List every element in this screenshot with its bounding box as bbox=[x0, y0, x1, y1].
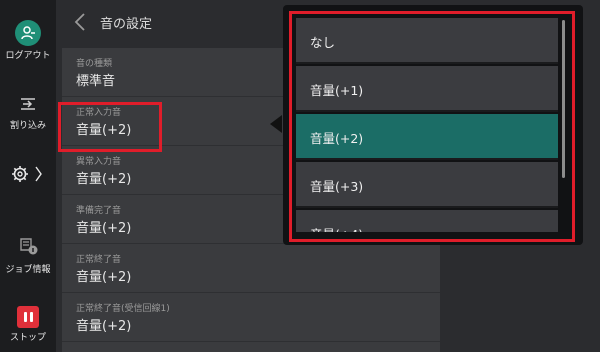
setting-label: 音の種類 bbox=[76, 59, 113, 69]
interrupt-icon bbox=[21, 98, 35, 110]
setting-label: 正常終了音(受信回線1) bbox=[76, 304, 170, 314]
gear-icon bbox=[12, 166, 42, 182]
highlight-box-dropdown bbox=[289, 11, 575, 242]
setting-value: 音量(+2) bbox=[76, 221, 132, 236]
setting-value: 音量(+2) bbox=[76, 172, 132, 187]
stop-icon bbox=[17, 306, 39, 328]
sidebar: ログアウト 割り込み ジョブ情報 ストップ bbox=[0, 0, 56, 352]
setting-value: 音量(+2) bbox=[76, 270, 132, 285]
stop-button[interactable]: ストップ bbox=[0, 306, 56, 343]
job-info-label: ジョブ情報 bbox=[5, 265, 51, 275]
dropdown-pointer bbox=[270, 115, 282, 133]
job-info-icon bbox=[20, 238, 38, 255]
setting-label: 異常入力音 bbox=[76, 157, 122, 167]
logout-button[interactable]: ログアウト bbox=[0, 20, 56, 61]
settings-button[interactable] bbox=[0, 164, 56, 188]
highlight-box-setting bbox=[58, 102, 162, 152]
logout-icon bbox=[15, 20, 41, 46]
stop-label: ストップ bbox=[9, 333, 46, 343]
logout-label: ログアウト bbox=[5, 51, 51, 61]
setting-row-normal-end[interactable]: 正常終了音 音量(+2) bbox=[62, 244, 440, 293]
setting-value: 音量(+2) bbox=[76, 319, 132, 334]
setting-row-normal-end-line1[interactable]: 正常終了音(受信回線1) 音量(+2) bbox=[62, 293, 440, 342]
job-info-button[interactable]: ジョブ情報 bbox=[0, 236, 56, 275]
back-icon[interactable] bbox=[70, 11, 92, 33]
setting-label: 正常終了音 bbox=[76, 255, 122, 265]
setting-label: 準備完了音 bbox=[76, 206, 122, 216]
interrupt-button[interactable]: 割り込み bbox=[0, 96, 56, 131]
setting-value: 標準音 bbox=[76, 74, 116, 89]
interrupt-label: 割り込み bbox=[9, 121, 46, 131]
page-title: 音の設定 bbox=[100, 17, 153, 32]
